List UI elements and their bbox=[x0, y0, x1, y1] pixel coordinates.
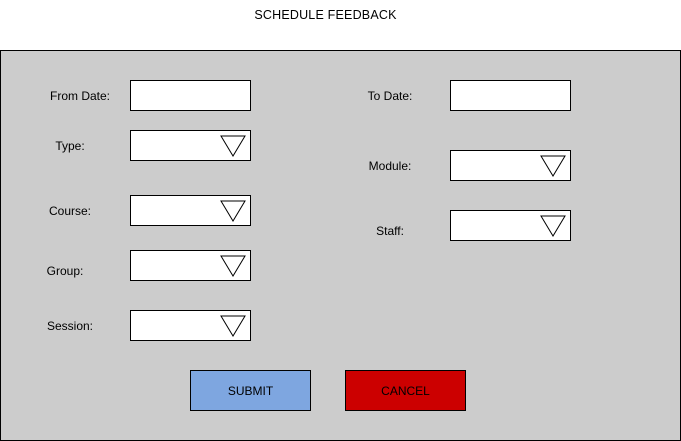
to-date-label: To Date: bbox=[367, 89, 413, 103]
page-title: SCHEDULE FEEDBACK bbox=[254, 8, 397, 22]
dropdown-triangle-icon bbox=[540, 215, 566, 237]
module-label: Module: bbox=[368, 159, 412, 173]
group-label: Group: bbox=[46, 264, 84, 278]
type-label: Type: bbox=[55, 139, 85, 153]
staff-select[interactable] bbox=[450, 210, 571, 241]
group-select[interactable] bbox=[130, 250, 251, 281]
dropdown-triangle-icon bbox=[540, 155, 566, 177]
type-select[interactable] bbox=[130, 130, 251, 161]
from-date-input[interactable] bbox=[130, 80, 251, 111]
to-date-input[interactable] bbox=[450, 80, 571, 111]
course-select[interactable] bbox=[130, 195, 251, 226]
dropdown-triangle-icon bbox=[220, 135, 246, 157]
session-label: Session: bbox=[46, 319, 94, 333]
staff-label: Staff: bbox=[376, 224, 404, 238]
feedback-form-panel bbox=[0, 50, 681, 441]
submit-button[interactable]: SUBMIT bbox=[190, 370, 311, 411]
dropdown-triangle-icon bbox=[220, 200, 246, 222]
dropdown-triangle-icon bbox=[220, 255, 246, 277]
course-label: Course: bbox=[48, 204, 92, 218]
from-date-label: From Date: bbox=[49, 89, 111, 103]
session-select[interactable] bbox=[130, 310, 251, 341]
module-select[interactable] bbox=[450, 150, 571, 181]
dropdown-triangle-icon bbox=[220, 315, 246, 337]
cancel-button[interactable]: CANCEL bbox=[345, 370, 466, 411]
